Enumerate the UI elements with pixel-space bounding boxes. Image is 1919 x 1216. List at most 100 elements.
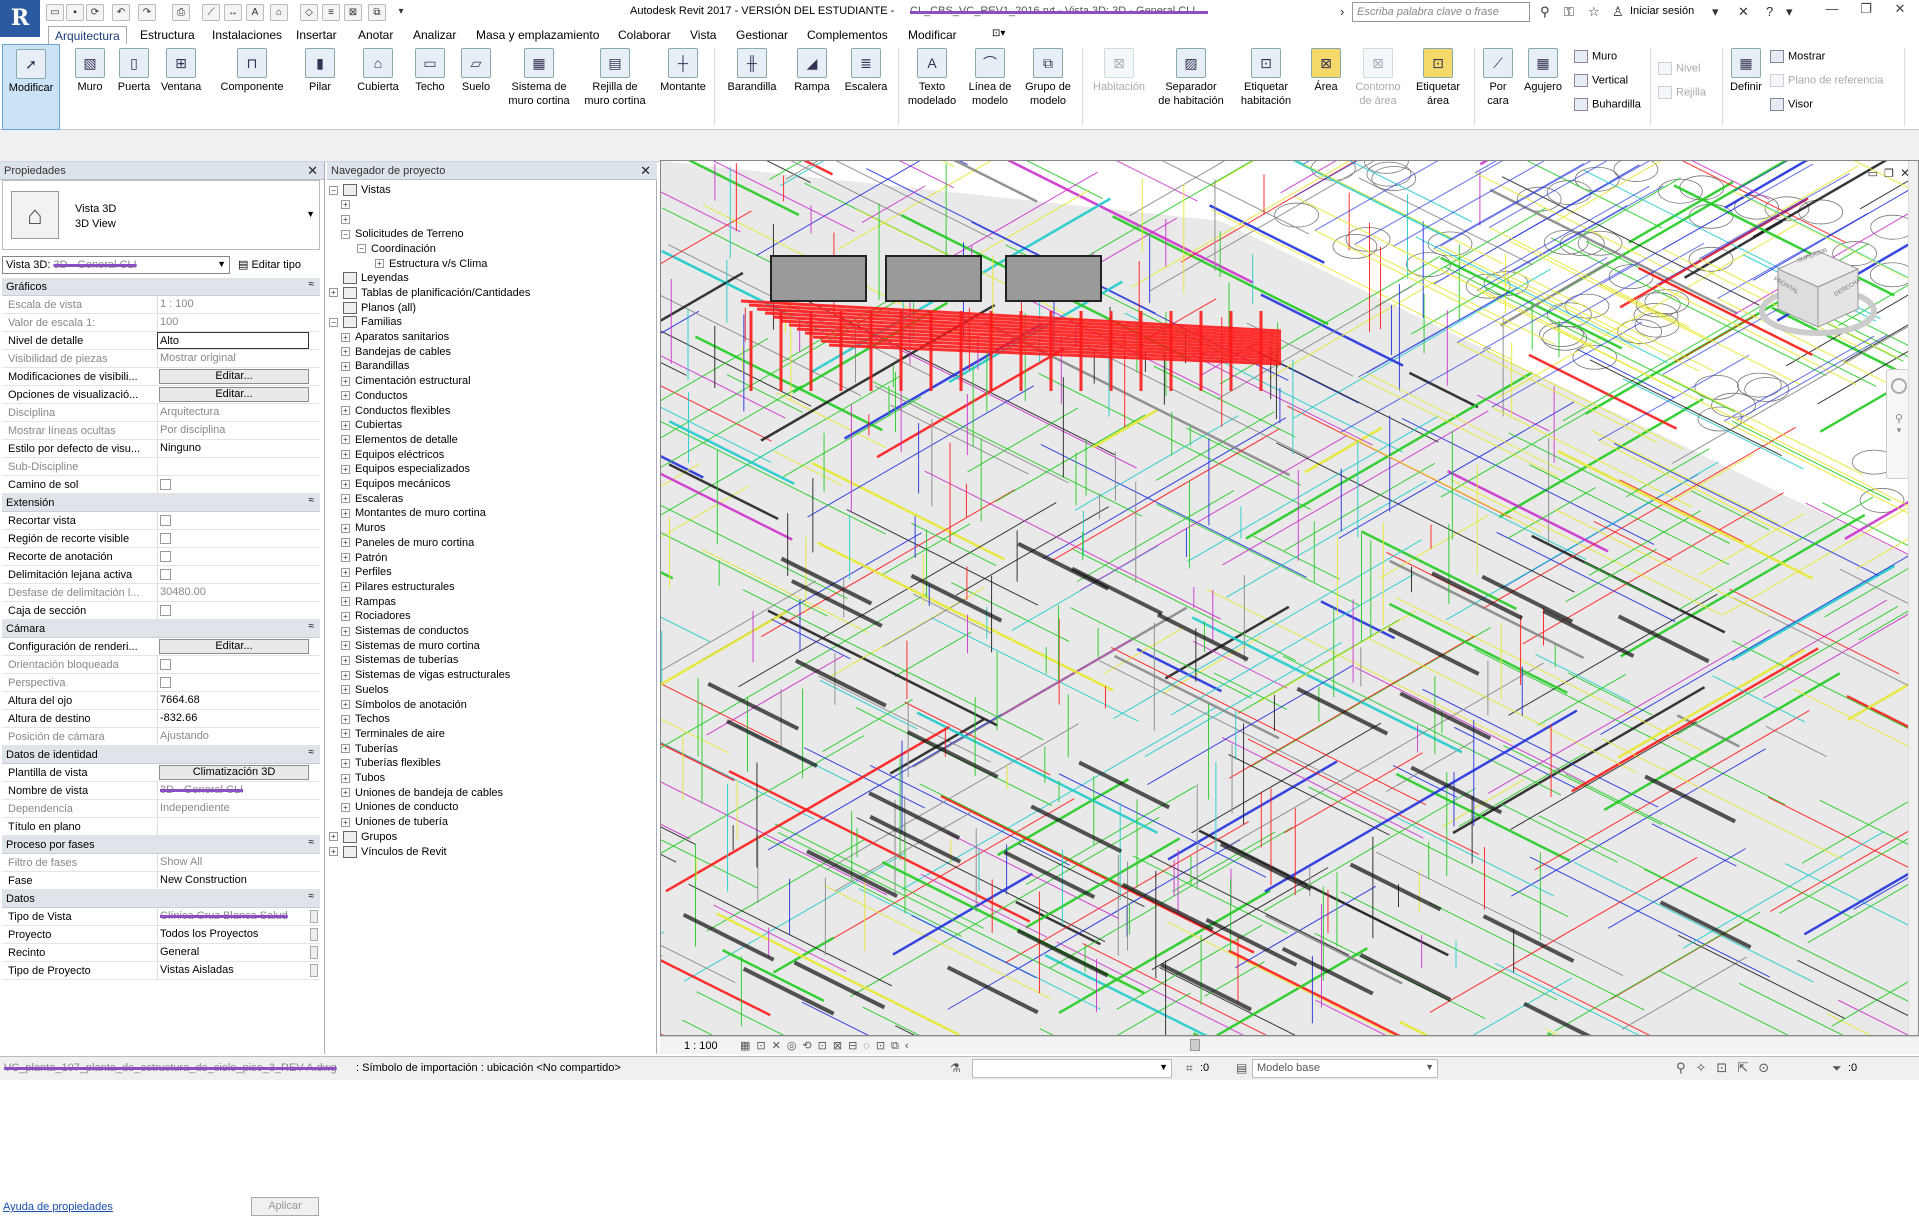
hueco-muro-button[interactable]: Muro [1574,50,1617,63]
property-edit-button[interactable]: Editar... [159,639,309,654]
expand-icon[interactable]: + [341,464,350,474]
favorites-star-icon[interactable]: ☆ [1588,4,1600,20]
tree-family-item[interactable]: + Conductos flexibles [341,403,450,419]
properties-section[interactable]: Extensión ≈ [2,494,320,512]
expand-icon[interactable]: + [341,714,350,724]
barandilla-button[interactable]: ╫ Barandilla [722,44,782,130]
tab-insertar[interactable]: Insertar [290,26,343,44]
thin-lines-icon[interactable]: ≡ [322,4,340,21]
expand-icon[interactable]: + [341,420,350,430]
property-value[interactable]: -832.66 [157,710,317,727]
habitacion-button[interactable]: ⊠ Habitación [1088,44,1150,130]
cubierta-button[interactable]: ⌂ Cubierta [352,44,404,130]
3d-viewport[interactable]: ▭ ❐ ✕ SUPERIOR FRONTAL DERECHA ⚲ ▾ [660,160,1919,1036]
expand-icon[interactable]: + [341,670,350,680]
tree-family-item[interactable]: + Sistemas de tuberías [341,652,458,668]
property-checkbox[interactable] [160,515,171,526]
properties-help-link[interactable]: Ayuda de propiedades [3,1201,113,1213]
tree-family-item[interactable]: + Uniones de bandeja de cables [341,785,503,801]
collapse-icon[interactable]: ≈ [309,747,315,758]
tab-estructura[interactable]: Estructura [134,26,201,44]
subscription-icon[interactable]: ⚿ [1564,4,1574,20]
grupo-modelo-button[interactable]: ⧉ Grupo de modelo [1020,44,1076,130]
texto-modelado-button[interactable]: A Texto modelado [904,44,960,130]
tree-family-item[interactable]: + Techos [341,711,390,727]
tree-familias[interactable]: − Familias [329,314,402,330]
collapse-icon[interactable]: − [329,317,338,327]
tree-vinculos[interactable]: + Vínculos de Revit [329,844,447,860]
design-option-dropdown[interactable]: Modelo base ▼ [1252,1059,1438,1078]
pilar-button[interactable]: ▮ Pilar [300,44,340,130]
filter-icon[interactable]: ⏷ [1832,1061,1842,1076]
property-value[interactable]: New Construction [157,872,317,889]
property-checkbox[interactable] [160,659,171,670]
close-hidden-icon[interactable]: ⊠ [344,4,362,21]
instance-filter-dropdown[interactable]: Vista 3D: 3D - General CLI ▼ [2,256,230,274]
tree-family-item[interactable]: + Muros [341,520,386,536]
tree-planos[interactable]: Planos (all) [329,300,416,316]
properties-section[interactable]: Datos de identidad ≈ [2,746,320,764]
property-value[interactable]: General [157,944,317,961]
save-icon[interactable]: ▪ [66,4,84,21]
tab-anotar[interactable]: Anotar [352,26,399,44]
tree-family-item[interactable]: + Uniones de conducto [341,799,458,815]
expand-icon[interactable]: + [341,685,350,695]
escalera-button[interactable]: ≣ Escalera [840,44,892,130]
tab-options-icon[interactable]: ⊡▾ [986,26,1011,44]
collapse-icon[interactable]: − [357,244,366,254]
horizontal-scrollbar-thumb[interactable] [1190,1039,1200,1051]
tree-family-item[interactable]: + Patrón [341,550,387,566]
expand-icon[interactable]: + [341,553,350,563]
area-button[interactable]: ⊠ Área [1304,44,1348,130]
property-value[interactable] [157,818,317,835]
rampa-button[interactable]: ◢ Rampa [790,44,834,130]
property-scroll-handle[interactable] [310,964,318,977]
expand-icon[interactable]: + [341,641,350,651]
expand-icon[interactable]: + [341,347,350,357]
tree-tablas[interactable]: + Tablas de planificación/Cantidades [329,285,530,301]
properties-section[interactable]: Gráficos ≈ [2,278,320,296]
exchange-icon[interactable]: ✕ [1738,4,1749,20]
property-checkbox[interactable] [160,533,171,544]
expand-icon[interactable]: + [341,435,350,445]
redo-icon[interactable]: ↷ [138,4,156,21]
view-control-icons[interactable]: ▦⊡✕◎⟲⊡⊠⊟◌⊡⧉‹ [740,1039,915,1053]
properties-section[interactable]: Cámara ≈ [2,620,320,638]
sistema-muro-cortina-button[interactable]: ▦ Sistema de muro cortina [504,44,574,130]
expand-icon[interactable]: + [341,494,350,504]
binoculars-icon[interactable]: ⚲ [1540,4,1550,20]
model-canvas[interactable] [661,161,1919,1036]
plano-referencia-button[interactable]: Plano de referencia [1770,74,1883,87]
rejilla-button[interactable]: Rejilla [1658,86,1706,99]
tree-family-item[interactable]: + Cimentación estructural [341,373,471,389]
tab-arquitectura[interactable]: Arquitectura [48,26,127,44]
section-icon[interactable]: ◇ [300,4,318,21]
etiquetar-habitacion-button[interactable]: ⊡ Etiquetar habitación [1234,44,1298,130]
sync-icon[interactable]: ⟳ [86,4,104,21]
sign-in-button[interactable]: Iniciar sesión [1630,5,1694,17]
expand-icon[interactable]: + [341,361,350,371]
tree-grupos[interactable]: + Grupos [329,829,397,845]
tree-family-item[interactable]: + Equipos especializados [341,461,470,477]
tree-family-item[interactable]: + Pilares estructurales [341,579,455,595]
expand-icon[interactable]: + [341,523,350,533]
workset-dropdown[interactable]: ▼ [972,1059,1172,1078]
expand-icon[interactable]: + [341,758,350,768]
collapse-icon[interactable]: ≈ [309,495,315,506]
expand-icon[interactable]: + [341,802,350,812]
property-checkbox[interactable] [160,677,171,688]
view-scale[interactable]: 1 : 100 [684,1040,718,1052]
tab-vista[interactable]: Vista [684,26,722,44]
tree-family-item[interactable]: + Rociadores [341,608,411,624]
search-input[interactable]: Escriba palabra clave o frase [1352,2,1530,22]
nivel-button[interactable]: Nivel [1658,62,1700,75]
expand-icon[interactable]: + [341,332,350,342]
property-value[interactable]: Clínica Cruz Blanca Salud [157,908,317,925]
switch-windows-icon[interactable]: ⧉ [368,4,386,21]
expand-icon[interactable]: + [341,450,350,460]
property-edit-button[interactable]: Climatización 3D [159,765,309,780]
tree-family-item[interactable]: + Conductos [341,388,408,404]
tab-modificar[interactable]: Modificar [902,26,963,44]
tree-family-item[interactable]: + Barandillas [341,358,409,374]
expand-icon[interactable]: + [341,406,350,416]
